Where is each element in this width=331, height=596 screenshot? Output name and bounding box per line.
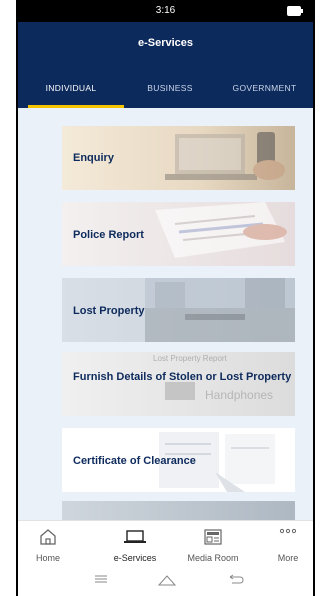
- laptop-phone-image: [165, 132, 285, 180]
- laptop-icon: [124, 530, 146, 543]
- status-time: 3:16: [155, 5, 176, 16]
- service-card-lost-property[interactable]: Lost Property: [62, 278, 295, 342]
- app-bar: e-Services: [18, 22, 313, 68]
- tab-business[interactable]: BUSINESS: [124, 68, 216, 108]
- nav-label: Media Room: [187, 553, 239, 563]
- more-icon: [279, 528, 297, 534]
- page-title: e-Services: [137, 37, 194, 49]
- service-label: Certificate of Clearance: [73, 455, 196, 467]
- newspaper-icon: [204, 529, 222, 545]
- tab-government[interactable]: GOVERNMENT: [216, 68, 313, 108]
- nav-label: e-Services: [113, 553, 157, 563]
- lost-property-form-image: Lost Property Report Handphones: [145, 352, 295, 416]
- service-label: Police Report: [73, 229, 144, 241]
- tab-bar: INDIVIDUAL BUSINESS GOVERNMENT: [18, 68, 313, 108]
- home-icon: [40, 529, 56, 545]
- home-button-icon[interactable]: [158, 574, 176, 586]
- nav-e-services[interactable]: e-Services: [100, 521, 170, 567]
- services-list: Enquiry Police Report Lost Property Lost…: [18, 108, 313, 520]
- service-card-furnish-details[interactable]: Lost Property Report Handphones Furnish …: [62, 352, 295, 416]
- nav-label: Home: [35, 553, 60, 563]
- form-title-text: Lost Property Report: [153, 354, 227, 363]
- app-frame: 3:16 e-Services INDIVIDUAL BUSINESS GOVE…: [16, 0, 315, 596]
- service-card-enquiry[interactable]: Enquiry: [62, 126, 295, 190]
- nav-more[interactable]: More: [263, 521, 313, 567]
- status-bar: 3:16: [18, 0, 313, 22]
- tab-individual[interactable]: INDIVIDUAL: [18, 68, 124, 108]
- nav-label: More: [277, 553, 299, 563]
- nav-home[interactable]: Home: [22, 521, 74, 567]
- recent-apps-icon[interactable]: [94, 574, 108, 584]
- battery-icon: [287, 6, 303, 16]
- bottom-nav: Home e-Services Media Room More: [18, 520, 313, 567]
- service-label: Furnish Details of Stolen or Lost Proper…: [73, 371, 292, 383]
- service-card-partial[interactable]: [62, 501, 295, 520]
- back-icon[interactable]: [228, 574, 244, 586]
- phone-shape: [165, 382, 195, 400]
- nav-media-room[interactable]: Media Room: [178, 521, 248, 567]
- service-label: Enquiry: [73, 152, 114, 164]
- form-category-text: Handphones: [205, 388, 274, 402]
- service-card-police-report[interactable]: Police Report: [62, 202, 295, 266]
- street-bench-image: [145, 278, 295, 342]
- service-label: Lost Property: [73, 305, 145, 317]
- service-card-certificate-of-clearance[interactable]: Certificate of Clearance: [62, 428, 295, 492]
- report-form-image: [155, 202, 287, 258]
- system-nav-bar: [18, 566, 313, 596]
